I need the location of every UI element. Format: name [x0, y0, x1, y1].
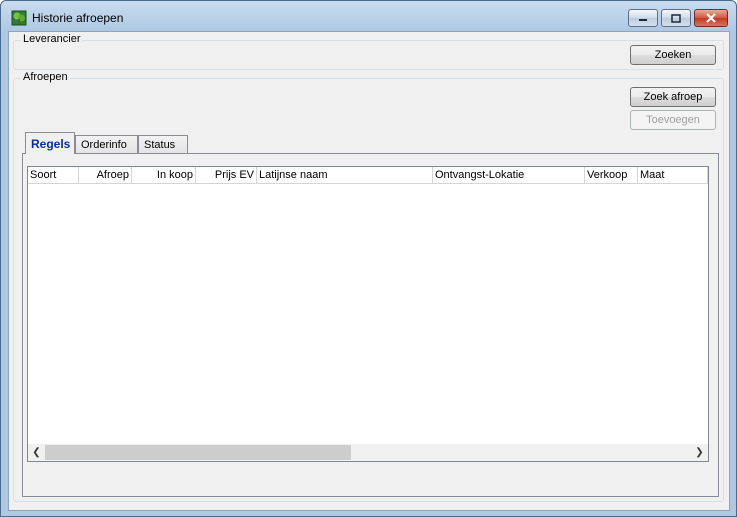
minimize-button[interactable] [628, 9, 658, 27]
column-header-prijs-ev[interactable]: Prijs EV [196, 167, 257, 184]
minimize-icon [639, 19, 647, 21]
table-header: Soort Afroep In koop Prijs EV Latijnse n… [28, 167, 708, 184]
client-area: Leverancier Zoeken Afroepen Zoek afroep … [8, 31, 730, 511]
maximize-icon [671, 13, 681, 23]
close-button[interactable] [694, 9, 728, 27]
tab-status[interactable]: Status [138, 135, 188, 154]
column-header-maat[interactable]: Maat [638, 167, 708, 184]
afroepen-group: Afroepen Zoek afroep Toevoegen Regels Or… [13, 71, 724, 502]
tree-icon [11, 10, 27, 26]
tab-regels[interactable]: Regels [25, 132, 75, 154]
zoek-afroep-button[interactable]: Zoek afroep [630, 87, 716, 107]
toevoegen-button[interactable]: Toevoegen [630, 110, 716, 130]
scroll-right-icon[interactable]: ❯ [691, 444, 708, 461]
column-header-in-koop[interactable]: In koop [132, 167, 196, 184]
scrollbar-thumb[interactable] [45, 445, 351, 460]
app-window: Historie afroepen Leverancier Zoeken Afr… [0, 0, 737, 517]
regels-table[interactable]: Soort Afroep In koop Prijs EV Latijnse n… [27, 166, 709, 462]
close-icon [706, 13, 716, 23]
column-header-verkoop[interactable]: Verkoop [585, 167, 638, 184]
leverancier-group: Leverancier Zoeken [13, 33, 724, 70]
scroll-left-icon[interactable]: ❮ [28, 444, 45, 461]
column-header-afroep[interactable]: Afroep [79, 167, 132, 184]
horizontal-scrollbar[interactable]: ❮ ❯ [28, 444, 708, 461]
leverancier-legend: Leverancier [21, 33, 83, 45]
afroepen-legend: Afroepen [21, 71, 70, 83]
column-header-ontvangst-lokatie[interactable]: Ontvangst-Lokatie [433, 167, 585, 184]
column-header-latijnse-naam[interactable]: Latijnse naam [257, 167, 433, 184]
title-bar[interactable]: Historie afroepen [1, 1, 736, 31]
zoeken-button[interactable]: Zoeken [630, 45, 716, 65]
window-title: Historie afroepen [32, 11, 124, 25]
maximize-button[interactable] [661, 9, 691, 27]
tab-orderinfo[interactable]: Orderinfo [75, 135, 138, 154]
column-header-soort[interactable]: Soort [28, 167, 79, 184]
regels-tab-panel: Soort Afroep In koop Prijs EV Latijnse n… [22, 153, 719, 497]
